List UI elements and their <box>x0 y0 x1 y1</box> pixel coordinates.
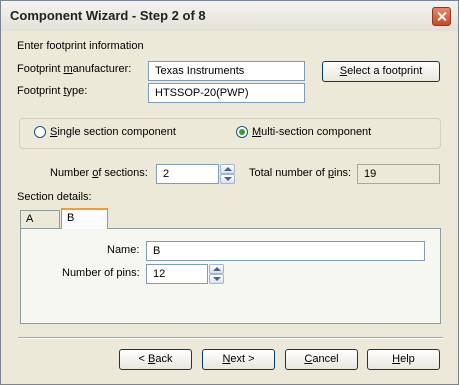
section-pins-spinner <box>209 264 224 284</box>
section-details-heading: Section details: <box>17 191 92 203</box>
section-name-input[interactable]: B <box>146 241 425 261</box>
footprint-manufacturer-label: Footprint manufacturer: <box>17 63 132 75</box>
number-of-sections-spinner <box>220 164 235 184</box>
window-title: Component Wizard - Step 2 of 8 <box>10 8 206 23</box>
tab-section-b[interactable]: B <box>61 208 108 229</box>
number-of-sections-input[interactable]: 2 <box>156 164 219 184</box>
wizard-content: Enter footprint information Footprint ma… <box>4 31 455 382</box>
pins-up-arrow-icon[interactable] <box>209 264 224 274</box>
close-icon[interactable] <box>432 7 451 26</box>
select-footprint-button[interactable]: Select a footprint <box>322 61 440 82</box>
sections-up-arrow-icon[interactable] <box>220 164 235 174</box>
component-wizard-window: Component Wizard - Step 2 of 8 Enter foo… <box>0 0 459 385</box>
section-pins-input[interactable]: 12 <box>146 264 208 284</box>
sections-down-arrow-icon[interactable] <box>220 174 235 184</box>
footprint-manufacturer-field[interactable]: Texas Instruments <box>148 61 305 81</box>
total-pins-label: Total number of pins: <box>249 167 352 179</box>
section-pins-label: Number of pins: <box>62 267 140 279</box>
title-bar[interactable]: Component Wizard - Step 2 of 8 <box>1 1 458 31</box>
pins-down-arrow-icon[interactable] <box>209 274 224 284</box>
multi-section-radio[interactable] <box>236 126 248 138</box>
number-of-sections-label: Number of sections: <box>50 167 148 179</box>
single-section-radio[interactable] <box>34 126 46 138</box>
back-button[interactable]: < Back <box>119 349 192 370</box>
tab-section-a[interactable]: A <box>20 210 60 229</box>
help-button[interactable]: Help <box>367 349 440 370</box>
multi-section-label[interactable]: Multi-section component <box>252 126 371 138</box>
section-name-label: Name: <box>107 244 140 256</box>
footprint-type-field[interactable]: HTSSOP-20(PWP) <box>148 83 305 103</box>
button-separator <box>18 337 443 339</box>
next-button[interactable]: Next > <box>202 349 275 370</box>
footprint-heading: Enter footprint information <box>17 40 144 52</box>
cancel-button[interactable]: Cancel <box>285 349 358 370</box>
single-section-label[interactable]: Single section component <box>50 126 176 138</box>
total-pins-value: 19 <box>357 164 440 184</box>
footprint-type-label: Footprint type: <box>17 85 88 97</box>
